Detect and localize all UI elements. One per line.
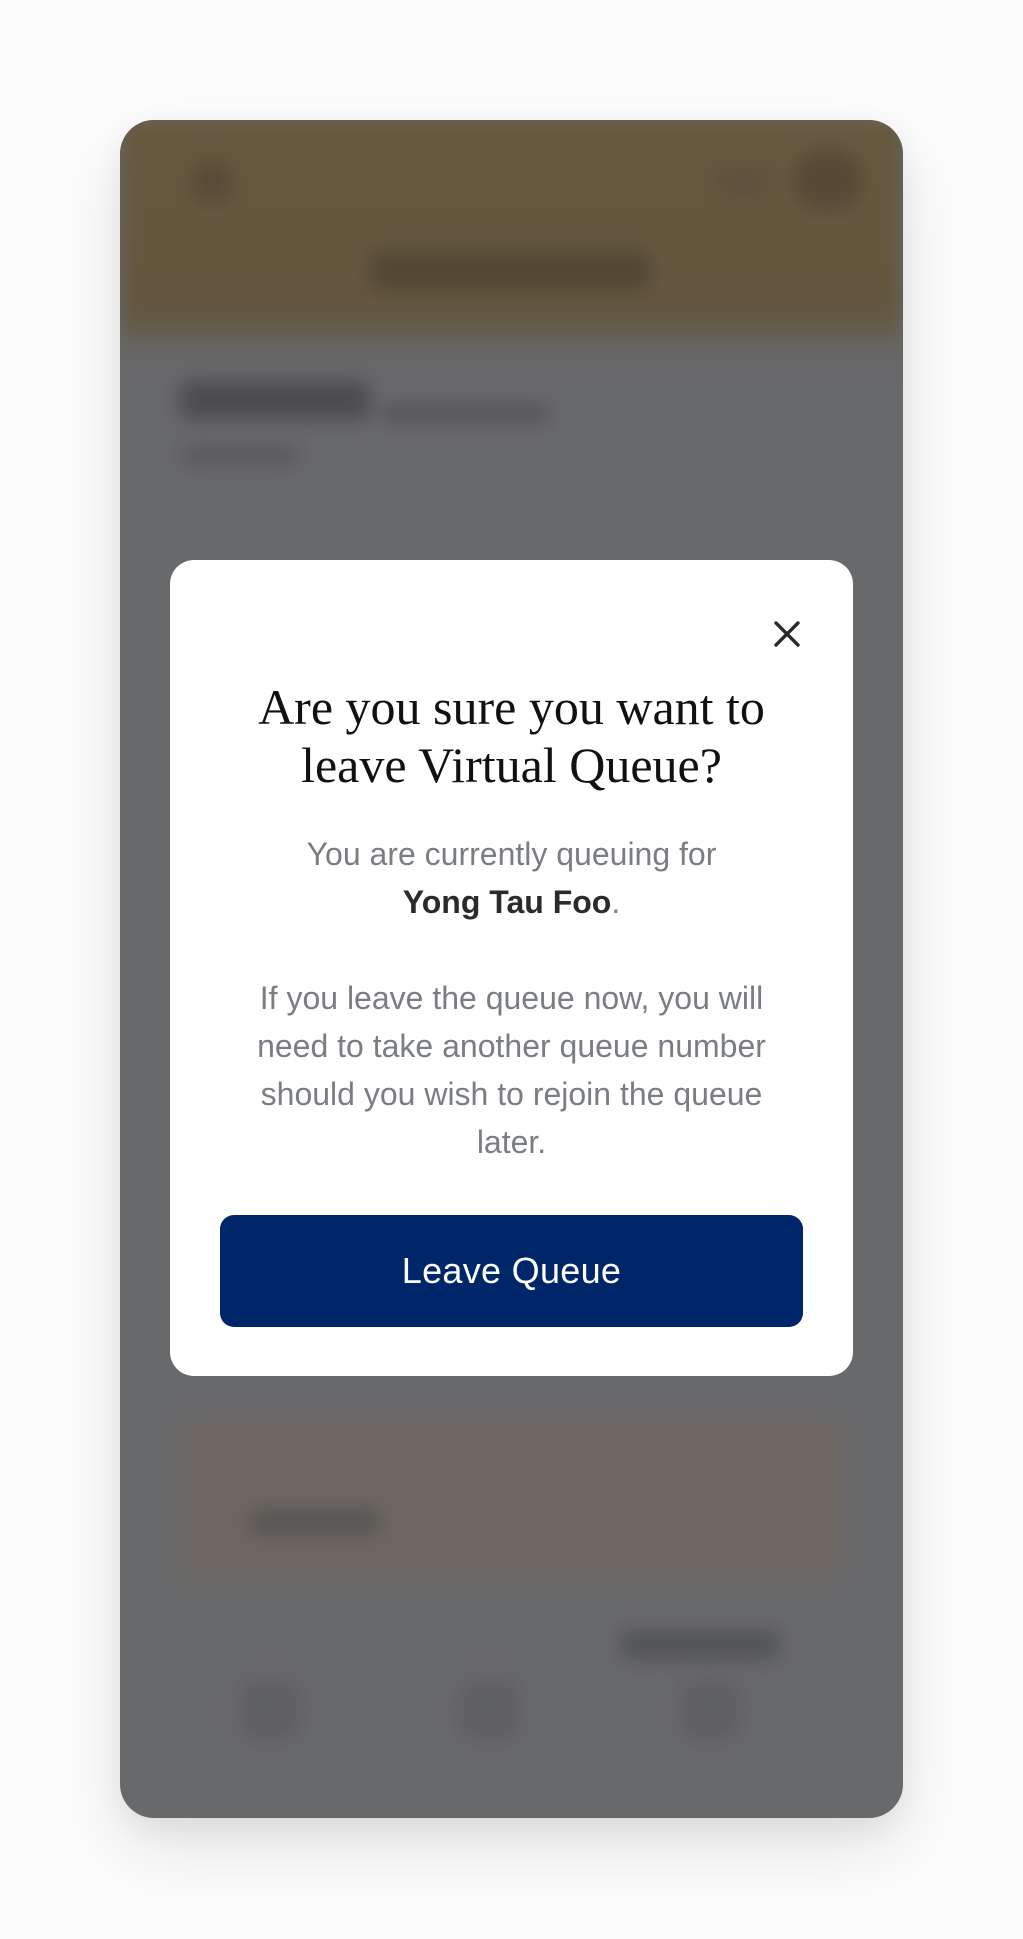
close-button[interactable] — [767, 614, 807, 654]
queue-info-suffix: . — [611, 884, 621, 920]
queue-info-text: You are currently queuing for Yong Tau F… — [226, 830, 797, 926]
stall-name: Yong Tau Foo — [402, 884, 612, 920]
warning-text: If you leave the queue now, you will nee… — [257, 980, 766, 1160]
leave-queue-dialog: Are you sure you want to leave Virtual Q… — [170, 560, 853, 1376]
close-icon — [774, 621, 800, 647]
phone-frame: Are you sure you want to leave Virtual Q… — [120, 120, 903, 1818]
leave-queue-button[interactable]: Leave Queue — [220, 1215, 803, 1327]
queue-info-prefix: You are currently queuing for — [306, 836, 717, 872]
dialog-title: Are you sure you want to leave Virtual Q… — [258, 679, 765, 793]
dialog-body: You are currently queuing for Yong Tau F… — [226, 830, 797, 1166]
